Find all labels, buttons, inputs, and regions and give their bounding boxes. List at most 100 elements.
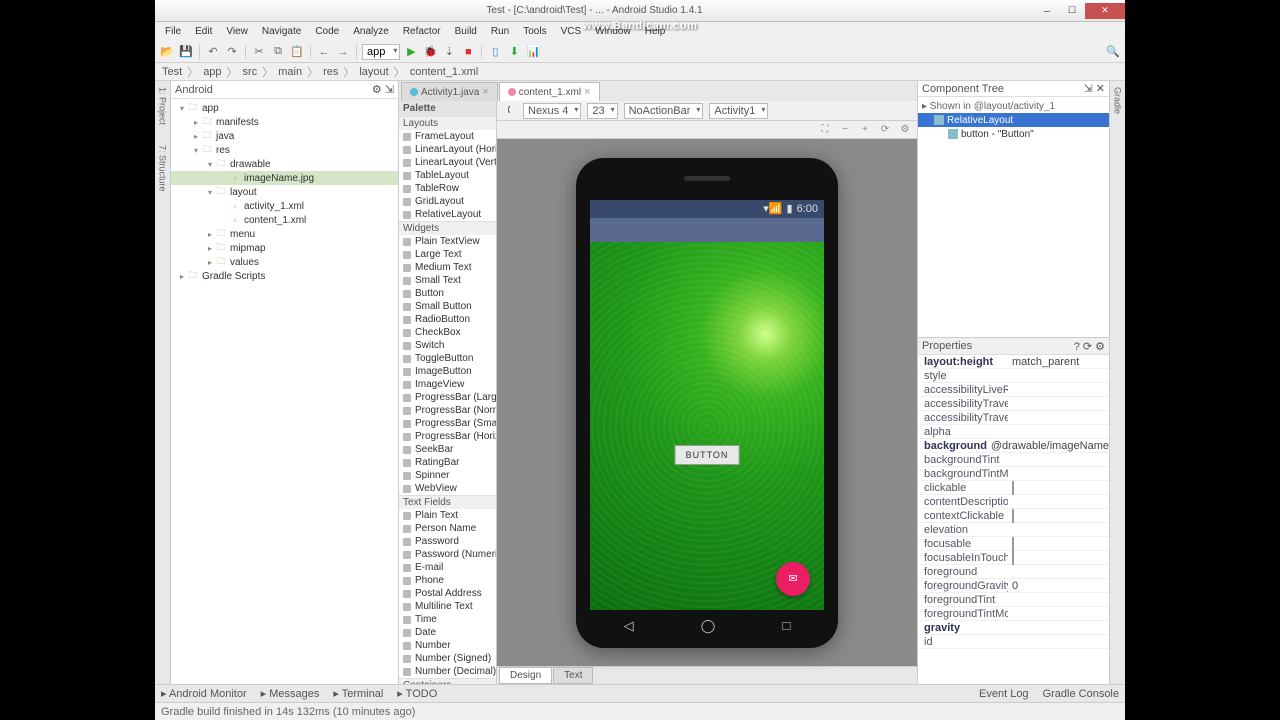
tree-node[interactable]: ▸🗀values xyxy=(171,255,398,269)
tree-node[interactable]: ▫content_1.xml xyxy=(171,213,398,227)
bottom-tab[interactable]: Gradle Console xyxy=(1043,688,1119,700)
palette-item[interactable]: GridLayout xyxy=(399,195,496,208)
palette-item[interactable]: LinearLayout (Vertical) xyxy=(399,156,496,169)
menu-build[interactable]: Build xyxy=(449,24,483,39)
property-row[interactable]: foregroundTint xyxy=(918,593,1109,607)
property-row[interactable]: contentDescription xyxy=(918,495,1109,509)
bottom-tab[interactable]: Event Log xyxy=(979,688,1029,700)
theme-combo[interactable]: NoActionBar xyxy=(624,103,704,119)
undo-icon[interactable]: ↶ xyxy=(205,44,221,60)
avd-icon[interactable]: ▯ xyxy=(487,44,503,60)
palette-item[interactable]: Spinner xyxy=(399,469,496,482)
palette-category[interactable]: Layouts xyxy=(399,116,496,130)
tree-node[interactable]: ▾🗀layout xyxy=(171,185,398,199)
property-row[interactable]: foregroundGravity0 xyxy=(918,579,1109,593)
palette-item[interactable]: Button xyxy=(399,287,496,300)
debug-icon[interactable]: 🐞 xyxy=(422,44,438,60)
save-icon[interactable]: 💾 xyxy=(178,44,194,60)
editor-tab[interactable]: Activity1.java × xyxy=(401,82,498,101)
menu-vcs[interactable]: VCS xyxy=(555,24,588,39)
sdk-icon[interactable]: ⬇ xyxy=(506,44,522,60)
property-row[interactable]: accessibilityTraversalBefore xyxy=(918,411,1109,425)
palette-item[interactable]: Plain TextView xyxy=(399,235,496,248)
property-row[interactable]: foreground xyxy=(918,565,1109,579)
palette-item[interactable]: CheckBox xyxy=(399,326,496,339)
tree-node[interactable]: ▾🗀drawable xyxy=(171,157,398,171)
tree-node[interactable]: ▾🗀app xyxy=(171,101,398,115)
layout-background[interactable]: BUTTON ✉ xyxy=(590,242,824,610)
property-row[interactable]: focusable xyxy=(918,537,1109,551)
palette-item[interactable]: Person Name xyxy=(399,522,496,535)
property-row[interactable]: id xyxy=(918,635,1109,649)
zoom-out-icon[interactable]: − xyxy=(837,122,853,138)
palette-item[interactable]: Date xyxy=(399,626,496,639)
palette-item[interactable]: Multiline Text xyxy=(399,600,496,613)
maximize-button[interactable]: ☐ xyxy=(1060,3,1084,19)
palette-item[interactable]: Small Text xyxy=(399,274,496,287)
menu-edit[interactable]: Edit xyxy=(189,24,218,39)
tree-node[interactable]: ▾🗀res xyxy=(171,143,398,157)
back-icon[interactable]: ← xyxy=(316,44,332,60)
breadcrumb-item[interactable]: Test xyxy=(159,66,185,78)
palette-item[interactable]: Large Text xyxy=(399,248,496,261)
refresh-icon[interactable]: ⟳ xyxy=(877,122,893,138)
component-tree-tools[interactable]: ⇲ ✕ xyxy=(1084,82,1106,95)
palette-item[interactable]: RadioButton xyxy=(399,313,496,326)
palette-item[interactable]: Plain Text xyxy=(399,509,496,522)
project-view-mode[interactable]: Android xyxy=(175,84,213,96)
stop-icon[interactable]: ■ xyxy=(460,44,476,60)
menu-help[interactable]: Help xyxy=(639,24,672,39)
project-settings-icon[interactable]: ⚙ ⇲ xyxy=(372,83,394,96)
fab-button[interactable]: ✉ xyxy=(776,562,810,596)
palette-category[interactable]: Widgets xyxy=(399,221,496,235)
palette-item[interactable]: Number xyxy=(399,639,496,652)
run-config-combo[interactable]: app xyxy=(362,44,400,60)
component-tree-node[interactable]: button - "Button" xyxy=(918,127,1109,141)
close-button[interactable]: ✕ xyxy=(1085,3,1125,19)
property-row[interactable]: accessibilityLiveRegion xyxy=(918,383,1109,397)
property-row[interactable]: alpha xyxy=(918,425,1109,439)
component-tree-node[interactable]: RelativeLayout xyxy=(918,113,1109,127)
breadcrumb-item[interactable]: app xyxy=(200,66,224,78)
forward-icon[interactable]: → xyxy=(335,44,351,60)
device-combo[interactable]: Nexus 4 xyxy=(523,103,581,119)
property-row[interactable]: foregroundTintMode xyxy=(918,607,1109,621)
structure-tool-tab[interactable]: 7: Structure xyxy=(158,145,168,192)
bottom-tab[interactable]: ▸ Android Monitor xyxy=(161,687,247,700)
menu-run[interactable]: Run xyxy=(485,24,515,39)
properties-tools[interactable]: ? ⟳ ⚙ xyxy=(1074,340,1105,353)
palette-item[interactable]: Switch xyxy=(399,339,496,352)
property-row[interactable]: focusableInTouchMode xyxy=(918,551,1109,565)
palette-item[interactable]: ToggleButton xyxy=(399,352,496,365)
search-icon[interactable]: 🔍 xyxy=(1105,44,1121,60)
palette-item[interactable]: Postal Address xyxy=(399,587,496,600)
property-row[interactable]: gravity xyxy=(918,621,1109,635)
orientation-icon[interactable]: 🕻 xyxy=(501,103,517,119)
project-tool-tab[interactable]: 1: Project xyxy=(158,87,168,125)
recent-key-icon[interactable]: □ xyxy=(783,618,791,633)
menu-navigate[interactable]: Navigate xyxy=(256,24,307,39)
palette-item[interactable]: TableLayout xyxy=(399,169,496,182)
menu-tools[interactable]: Tools xyxy=(517,24,552,39)
menu-file[interactable]: File xyxy=(159,24,187,39)
bottom-tab[interactable]: ▸ Terminal xyxy=(333,687,383,700)
palette-item[interactable]: Small Button xyxy=(399,300,496,313)
design-mode-tab[interactable]: Text xyxy=(553,667,593,684)
tree-node[interactable]: ▸🗀menu xyxy=(171,227,398,241)
home-key-icon[interactable]: ◯ xyxy=(701,618,716,634)
menu-view[interactable]: View xyxy=(220,24,254,39)
property-row[interactable]: accessibilityTraversalAfter xyxy=(918,397,1109,411)
palette-category[interactable]: Text Fields xyxy=(399,495,496,509)
breadcrumb-item[interactable]: main xyxy=(275,66,305,78)
minimize-button[interactable]: ─ xyxy=(1035,3,1059,19)
palette-item[interactable]: SeekBar xyxy=(399,443,496,456)
palette-item[interactable]: ImageView xyxy=(399,378,496,391)
button-widget[interactable]: BUTTON xyxy=(675,445,740,465)
palette-item[interactable]: Phone xyxy=(399,574,496,587)
palette-item[interactable]: WebView xyxy=(399,482,496,495)
monitor-icon[interactable]: 📊 xyxy=(525,44,541,60)
bottom-tab[interactable]: ▸ Messages xyxy=(261,687,320,700)
property-row[interactable]: layout:heightmatch_parent xyxy=(918,355,1109,369)
breadcrumb-item[interactable]: src xyxy=(240,66,261,78)
palette-item[interactable]: ProgressBar (Small) xyxy=(399,417,496,430)
